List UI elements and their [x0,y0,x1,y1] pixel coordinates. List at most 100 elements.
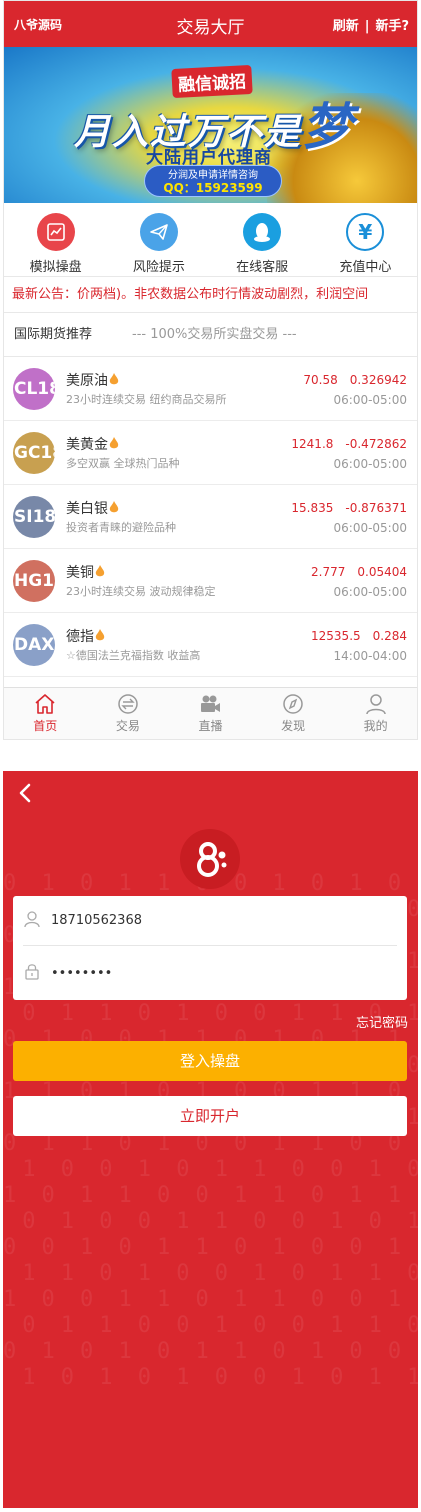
product-row[interactable]: DAX1 德指 ☆德国法兰克福指数 收益高 12535.5 0.284 14:00… [4,613,417,677]
tab-live[interactable]: 直播 [169,688,252,739]
open-account-button[interactable]: 立即开户 [13,1096,407,1136]
flame-icon [109,501,119,513]
product-price: 2.777 [311,565,346,579]
product-desc: 投资者青睐的避险品种 [66,521,176,534]
product-name: 德指 [66,629,94,645]
product-row[interactable]: HG18 美铜 23小时连续交易 波动规律稳定 2.777 0.05404 06:… [4,549,417,613]
nav-label: 风险提示 [132,260,185,275]
product-price: 1241.8 [291,437,334,451]
yen-icon: ¥ [346,213,385,251]
forgot-password-link[interactable]: 忘记密码 [356,1012,408,1031]
product-avatar: DAX1 [13,624,55,666]
product-quote: 70.58 0.326942 [303,373,407,387]
section-subtitle: --- 100%交易所实盘交易 --- [132,327,297,342]
product-hours: 14:00-04:00 [333,649,408,663]
password-input[interactable]: •••••••• [51,966,112,981]
product-change: -0.472862 [345,437,407,451]
user-icon [365,694,386,715]
product-name: 美白银 [66,501,108,517]
section-header: 国际期货推荐 --- 100%交易所实盘交易 --- [4,313,417,357]
app-logo [180,829,240,889]
product-avatar: CL18 [13,368,55,410]
tab-label: 发现 [281,719,306,733]
login-screen: 0 1 0 1 1 0 0 1 0 1 0 1 1 1 0 0 1 0 1 1 … [3,771,418,1508]
product-change: 0.326942 [349,373,407,387]
product-desc: 23小时连续交易 纽约商品交易所 [66,393,227,406]
product-desc: 多空双赢 全球热门品种 [66,457,180,470]
banner-dream-text: 梦 [302,98,355,156]
chart-icon [36,213,75,251]
product-hours: 06:00-05:00 [333,585,408,599]
tab-label: 直播 [198,719,223,733]
video-camera-icon [201,695,221,712]
top-header: 八爷源码 交易大厅 刷新 | 新手? [4,1,417,47]
product-price: 15.835 [291,501,334,515]
flame-icon [109,437,119,449]
nav-simulated-trading[interactable]: 模拟操盘 [4,203,107,276]
product-list: CL18 美原油 23小时连续交易 纽约商品交易所 70.580.326942 … [4,357,417,677]
product-hours: 06:00-05:00 [333,521,408,535]
product-row[interactable]: GC18 美黄金 多空双赢 全球热门品种 1241.8 -0.472862 06:… [4,421,417,485]
penguin-icon [243,213,282,251]
nav-risk-notice[interactable]: 风险提示 [107,203,210,276]
product-quote: 1241.8 -0.472862 [291,437,407,451]
product-quote: 12535.5 0.284 [311,629,407,643]
paper-plane-icon [139,213,178,251]
product-name-wrap: 美原油 [66,370,119,390]
tab-label: 我的 [363,719,388,733]
product-quote: 2.777 0.05404 [311,565,407,579]
tab-trade[interactable]: 交易 [87,688,170,739]
logo-icon [197,842,227,877]
tab-mine[interactable]: 我的 [334,688,417,739]
phone-field[interactable]: 18710562368 [23,896,397,946]
product-hours: 06:00-05:00 [333,393,408,407]
header-actions: 刷新 | 新手? [333,15,409,34]
product-change: 0.05404 [357,565,407,579]
product-price: 12535.5 [311,629,361,643]
product-name-wrap: 德指 [66,626,105,646]
login-form: 18710562368 •••••••• [13,896,407,1000]
exchange-icon [118,694,138,714]
nav-online-service[interactable]: 在线客服 [211,203,314,276]
phone-input[interactable]: 18710562368 [51,913,142,928]
refresh-button[interactable]: 刷新 [333,15,359,34]
login-button[interactable]: 登入操盘 [13,1041,407,1081]
nav-label: 充值中心 [339,260,392,275]
compass-icon [283,694,303,714]
flame-icon [95,565,105,577]
flame-icon [109,373,119,385]
tab-label: 交易 [115,719,140,733]
nav-recharge-center[interactable]: ¥ 充值中心 [314,203,417,276]
product-row[interactable]: CL18 美原油 23小时连续交易 纽约商品交易所 70.580.326942 … [4,357,417,421]
tab-discover[interactable]: 发现 [252,688,335,739]
product-name-wrap: 美黄金 [66,434,119,454]
product-avatar: SI180 [13,496,55,538]
product-name: 美铜 [66,565,94,581]
trading-hall-screen: 八爷源码 交易大厅 刷新 | 新手? 融信诚招 月入过万不是梦 大陆用户代理商 分润… [3,0,418,740]
product-quote: 15.835 -0.876371 [291,501,407,515]
product-price: 70.58 [303,373,338,387]
product-name-wrap: 美铜 [66,562,105,582]
user-icon [23,910,51,932]
promo-banner[interactable]: 融信诚招 月入过万不是梦 大陆用户代理商 分润及申请详情咨询 QQ：159235… [4,47,417,203]
product-avatar: GC18 [13,432,55,474]
product-name-wrap: 美白银 [66,498,119,518]
back-button[interactable] [17,783,33,807]
tab-label: 首页 [33,719,58,733]
bottom-tab-bar: 首页 交易 直播 发现 我的 [4,687,417,739]
chevron-left-icon [19,783,31,803]
product-row[interactable]: SI180 美白银 投资者青睐的避险品种 15.835 -0.876371 06:… [4,485,417,549]
product-name: 美黄金 [66,437,108,453]
tab-home[interactable]: 首页 [4,688,87,739]
home-icon [35,694,55,714]
product-desc: ☆德国法兰克福指数 收益高 [66,649,201,662]
newbie-button[interactable]: 新手? [375,15,409,34]
announcement-marquee[interactable]: 最新公告：价两档)。非农数据公布时行情波动剧烈，利润空间 [4,277,417,313]
product-desc: 23小时连续交易 波动规律稳定 [66,585,216,598]
quick-nav: 模拟操盘 风险提示 在线客服 ¥ 充值中心 [4,203,417,277]
lock-icon [23,962,51,984]
nav-label: 模拟操盘 [29,260,82,275]
banner-contact-pill: 分润及申请详情咨询 QQ：15923599 [144,165,282,197]
flame-icon [95,629,105,641]
password-field[interactable]: •••••••• [23,948,397,998]
